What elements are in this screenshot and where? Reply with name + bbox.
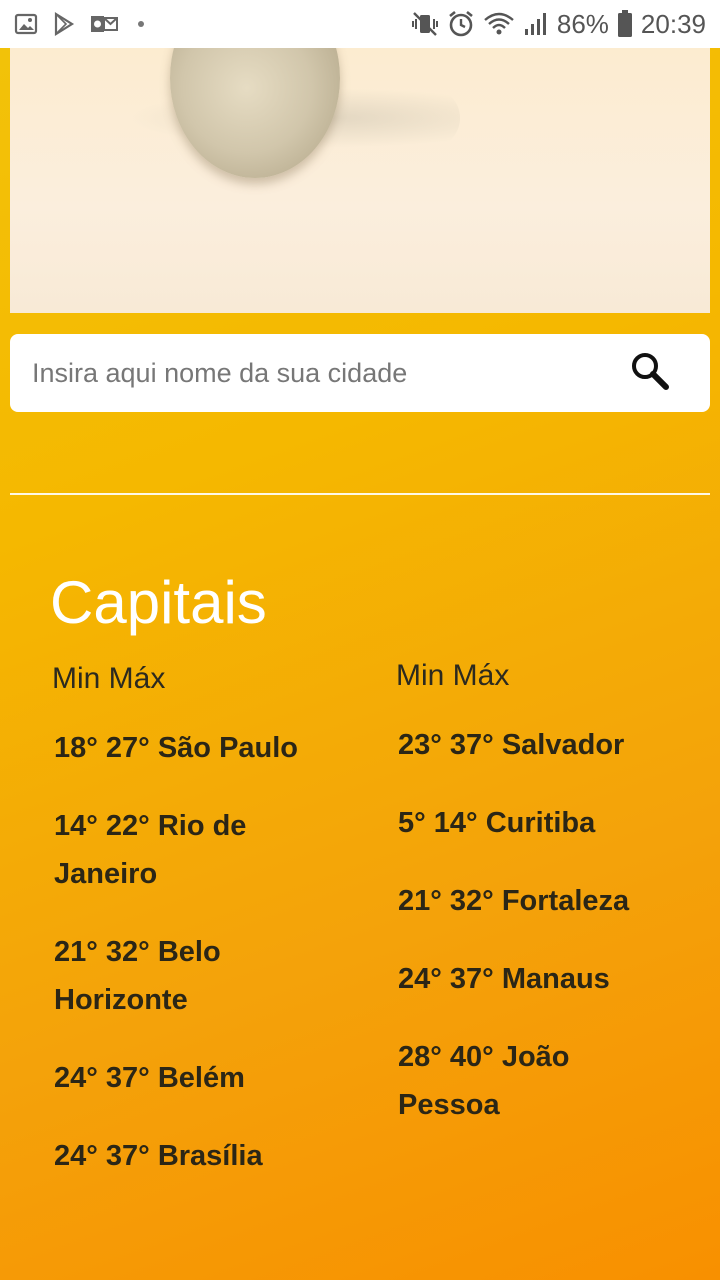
outlook-icon [90, 12, 118, 36]
notification-dot [138, 21, 144, 27]
capitals-right-column: Min Máx 23° 37° Salvador 5° 14° Curitiba… [396, 659, 696, 1159]
status-bar-left [0, 12, 144, 36]
search-button[interactable] [626, 349, 674, 397]
city-item: 21° 32° Fortaleza [398, 885, 630, 917]
city-search-input[interactable] [30, 356, 626, 390]
capitals-left-column: Min Máx 18° 27° São Paulo 14° 22° Rio de… [52, 662, 352, 1210]
city-item: 23° 37° Salvador [398, 729, 625, 761]
mute-vibrate-icon [411, 11, 439, 37]
city-item: 5° 14° Curitiba [398, 807, 596, 839]
weather-hero-image [10, 48, 710, 313]
gallery-icon [14, 12, 38, 36]
column-header: Min Máx [396, 659, 510, 692]
status-bar-right: 86% 20:39 [411, 9, 720, 40]
city-item: 28° 40° João Pessoa [398, 1041, 570, 1121]
capitals-title: Capitais [50, 569, 267, 636]
clock: 20:39 [640, 8, 706, 39]
play-store-icon [52, 12, 76, 36]
moon-illustration [170, 48, 340, 178]
city-item: 18° 27° São Paulo [54, 732, 299, 764]
battery-icon [617, 10, 633, 38]
alarm-icon [447, 10, 475, 38]
city-item: 24° 37° Manaus [398, 963, 610, 995]
city-item: 24° 37° Brasília [54, 1140, 263, 1172]
city-item: 21° 32° Belo Horizonte [54, 936, 221, 1016]
city-item: 14° 22° Rio de Janeiro [54, 810, 247, 890]
wifi-icon [483, 11, 515, 37]
search-icon [628, 349, 672, 398]
column-header: Min Máx [52, 662, 166, 695]
status-bar: 86% 20:39 [0, 0, 720, 48]
battery-percent: 86% [556, 8, 609, 39]
divider [10, 493, 710, 495]
city-item: 24° 37° Belém [54, 1062, 245, 1094]
city-search-bar [10, 334, 710, 412]
signal-icon [523, 11, 549, 37]
